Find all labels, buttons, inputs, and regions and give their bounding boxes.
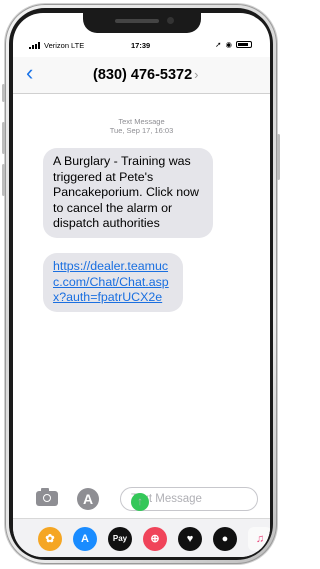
status-bar: Verizon LTE 17:39 ➚ ◉	[13, 39, 270, 53]
camera-icon[interactable]	[36, 488, 58, 506]
music-app-icon[interactable]: ♫	[248, 527, 270, 551]
apple-pay-app-icon[interactable]: Pay	[108, 527, 132, 551]
message-timestamp: Text Message Tue, Sep 17, 16:03	[13, 117, 270, 135]
notch	[83, 13, 201, 33]
conversation-header: ‹ (830) 476-5372 ›	[13, 57, 270, 94]
clock: 17:39	[131, 41, 151, 50]
photos-app-icon[interactable]: ✿	[38, 527, 62, 551]
message-bubble-alert: A Burglary - Training was triggered at P…	[43, 148, 213, 238]
arrow-up-icon[interactable]: ↑	[131, 493, 149, 511]
speaker-grille	[115, 19, 159, 23]
message-type-label: Text Message	[118, 117, 165, 126]
volume-down-button	[2, 164, 5, 196]
alarm-icon: ◉	[225, 40, 232, 49]
chat-link[interactable]: https://​dealer.teamucc.com/​Chat/Chat.a…	[53, 259, 169, 304]
volume-up-button	[2, 122, 5, 154]
chevron-left-icon[interactable]: ‹	[26, 59, 33, 87]
message-bubble-link: https://​dealer.teamucc.com/​Chat/Chat.a…	[43, 253, 183, 312]
location-icon: ➚	[215, 40, 222, 49]
battery-icon	[236, 41, 252, 48]
chevron-right-icon: ›	[194, 67, 199, 82]
side-button	[277, 134, 280, 180]
app-drawer: ✿ A Pay ⊕ ♥ ● ♫	[13, 518, 270, 557]
message-date-label: Tue, Sep 17, 16:03	[109, 126, 174, 135]
compose-bar: A Text Message ↑	[13, 483, 270, 515]
camera-app-icon[interactable]: ●	[213, 527, 237, 551]
phone-screen: Verizon LTE 17:39 ➚ ◉ ‹ (830) 476-5372 › …	[13, 13, 270, 557]
app-store-app-icon[interactable]: A	[73, 527, 97, 551]
carrier-label: Verizon	[44, 41, 70, 50]
app-store-icon[interactable]: A	[77, 488, 99, 510]
front-camera	[167, 17, 174, 24]
mute-switch	[2, 84, 5, 102]
contact-name[interactable]: (830) 476-5372 ›	[93, 67, 199, 83]
search-images-app-icon[interactable]: ⊕	[143, 527, 167, 551]
signal-icon	[29, 42, 40, 49]
heart-app-icon[interactable]: ♥	[178, 527, 202, 551]
network-label: LTE	[71, 41, 85, 50]
message-input[interactable]: Text Message ↑	[120, 487, 258, 511]
